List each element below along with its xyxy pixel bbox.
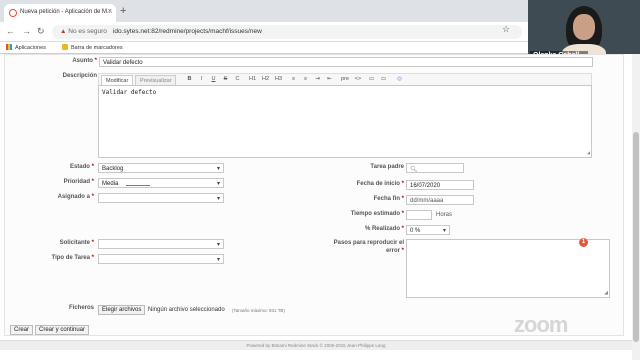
realizado-label: % Realizado * bbox=[364, 226, 404, 232]
strike-button[interactable]: S bbox=[221, 76, 230, 84]
estado-label: Estado * bbox=[69, 164, 94, 170]
italic-button[interactable]: I bbox=[197, 76, 206, 84]
realizado-select[interactable]: 0 % bbox=[406, 225, 450, 235]
page-scrollbar[interactable] bbox=[632, 54, 640, 360]
image-icon[interactable]: ▭ bbox=[367, 76, 376, 84]
browser-tab[interactable]: Nueva petición - Aplicación de M... × bbox=[4, 4, 116, 22]
fecha-fin-label: Fecha fin * bbox=[373, 196, 404, 202]
bookmark-apps[interactable]: Aplicaciones bbox=[6, 44, 46, 51]
bookmark-star-icon[interactable]: ☆ bbox=[502, 24, 510, 35]
new-tab-button[interactable]: + bbox=[120, 5, 126, 17]
solicitante-label: Solicitante * bbox=[59, 240, 94, 246]
bookmark-folder[interactable]: Barra de marcadores bbox=[62, 44, 123, 51]
fecha-fin-input[interactable]: dd/mm/aaaa bbox=[406, 195, 474, 205]
choose-file-button[interactable]: Elegir archivos bbox=[98, 305, 146, 315]
bold-button[interactable]: B bbox=[185, 76, 194, 84]
page-footer: Powered by Bitnami Redmine Stack © 2006-… bbox=[0, 340, 632, 350]
estado-select[interactable]: Backlog bbox=[98, 163, 224, 173]
close-tab-icon[interactable]: × bbox=[108, 8, 112, 15]
table-icon[interactable]: ▭ bbox=[379, 76, 388, 84]
no-file-text: Ningún archivo seleccionado bbox=[148, 307, 225, 313]
ficheros-label: Ficheros bbox=[68, 305, 94, 311]
resize-handle-icon[interactable]: ◢ bbox=[604, 290, 608, 296]
pasos-label-line2: error * bbox=[385, 248, 404, 254]
tiempo-estimado-input[interactable] bbox=[406, 210, 432, 220]
asunto-label: Asunto * bbox=[72, 58, 97, 64]
descripcion-label: Descripción bbox=[62, 73, 97, 79]
underline-button[interactable]: U bbox=[209, 76, 218, 84]
notification-badge: 1 bbox=[579, 238, 588, 247]
pasos-label: Pasos para reproducir el bbox=[333, 240, 404, 246]
create-continue-button[interactable]: Crear y continuar bbox=[35, 325, 90, 335]
folder-icon bbox=[62, 44, 68, 50]
redmine-favicon-icon bbox=[9, 9, 17, 17]
asignado-select[interactable] bbox=[98, 193, 224, 203]
forward-icon[interactable]: → bbox=[22, 26, 31, 36]
h3-button[interactable]: H3 bbox=[273, 76, 284, 84]
asignado-label: Asignado a * bbox=[57, 194, 94, 200]
indent-icon[interactable]: ⇥ bbox=[313, 76, 322, 84]
ul-list-icon[interactable]: ≡ bbox=[289, 76, 298, 84]
link-button[interactable]: <> bbox=[353, 76, 363, 84]
code-button[interactable]: C bbox=[233, 76, 242, 84]
prioridad-select[interactable]: Media bbox=[98, 178, 224, 188]
descripcion-textarea[interactable]: Validar defecto ◢ bbox=[98, 85, 592, 158]
fecha-inicio-label: Fecha de inicio * bbox=[356, 181, 404, 187]
fecha-inicio-input[interactable]: 16/07/2020 bbox=[406, 180, 474, 190]
outdent-icon[interactable]: ⇤ bbox=[325, 76, 334, 84]
search-icon: 🔍︎ bbox=[410, 167, 418, 173]
descripcion-text: Validar defecto bbox=[102, 89, 157, 96]
asunto-input[interactable]: Validar defecto bbox=[99, 57, 593, 67]
tipo-tarea-select[interactable] bbox=[98, 254, 224, 264]
solicitante-select[interactable] bbox=[98, 239, 224, 249]
max-size-hint: (Tamaño máximo: 931 TB) bbox=[232, 308, 285, 313]
warning-icon: ▲ bbox=[60, 28, 69, 35]
tarea-padre-input[interactable]: 🔍︎ bbox=[406, 163, 464, 173]
help-icon[interactable]: ◎ bbox=[395, 76, 404, 84]
tab-title: Nueva petición - Aplicación de M... bbox=[20, 9, 113, 15]
wiki-toolbar: Modificar Previsualizar B I U S C H1 H2 … bbox=[98, 73, 592, 86]
pre-button[interactable]: pre bbox=[339, 76, 351, 84]
reload-icon[interactable]: ↻ bbox=[37, 26, 45, 37]
pasos-textarea[interactable]: ◢ bbox=[406, 239, 610, 298]
tarea-padre-label: Tarea padre bbox=[370, 164, 404, 170]
participant-face bbox=[573, 14, 595, 40]
prioridad-label: Prioridad * bbox=[63, 179, 94, 185]
url-text: ido.sytes.net:82/redmine/projects/machf/… bbox=[112, 28, 262, 35]
url-bar[interactable]: ▲ No es seguro ido.sytes.net:82/redmine/p… bbox=[52, 25, 522, 39]
security-label: No es seguro bbox=[68, 28, 107, 35]
annotation-underline bbox=[126, 185, 150, 186]
ol-list-icon[interactable]: ≡ bbox=[301, 76, 310, 84]
zoom-watermark: zoom bbox=[514, 312, 568, 337]
scrollbar-thumb[interactable] bbox=[633, 132, 639, 342]
tiempo-estimado-label: Tiempo estimado * bbox=[350, 211, 404, 217]
tipo-tarea-label: Tipo de Tarea * bbox=[51, 255, 94, 261]
back-icon[interactable]: ← bbox=[6, 26, 15, 36]
apps-grid-icon bbox=[6, 44, 12, 50]
resize-handle-icon[interactable]: ◢ bbox=[587, 150, 590, 156]
create-button[interactable]: Crear bbox=[10, 325, 34, 335]
h2-button[interactable]: H2 bbox=[260, 76, 271, 84]
h1-button[interactable]: H1 bbox=[247, 76, 258, 84]
horas-unit: Horas bbox=[436, 212, 453, 218]
